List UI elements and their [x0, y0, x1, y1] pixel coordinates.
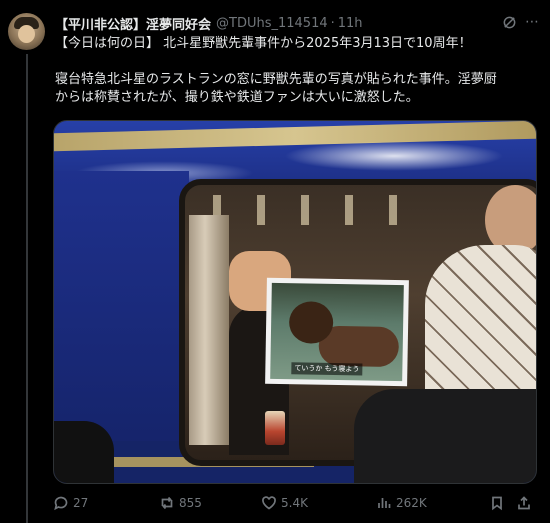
author-handle[interactable]: @TDUhs_114514	[216, 16, 328, 31]
action-bar: 27 855 5.4K 262K	[53, 492, 540, 514]
thread-line	[26, 54, 28, 523]
avatar-face	[18, 25, 35, 43]
interior-lights	[195, 195, 425, 225]
repost-button[interactable]: 855	[159, 492, 202, 514]
foreground-shadow	[54, 421, 114, 483]
foreground-person	[354, 389, 536, 483]
post-text-line-3: からは称賛されたが、撮り鉄や鉄道ファンは大いに激怒した。	[55, 90, 419, 105]
post-header: 【平川非公認】淫夢同好会 @TDUhs_114514 · 11h	[55, 13, 520, 33]
repost-count: 855	[179, 496, 202, 510]
reply-icon	[54, 496, 68, 511]
grok-icon[interactable]	[502, 15, 517, 30]
reflection-glare	[284, 141, 504, 171]
repost-icon	[161, 496, 173, 510]
heart-icon	[262, 496, 276, 510]
reply-count: 27	[73, 496, 89, 510]
window-photo-sign: ていうか もう寝よう	[265, 277, 409, 387]
bookmark-icon	[492, 496, 502, 511]
more-icon[interactable]: ⋯	[524, 14, 540, 30]
avatar[interactable]	[8, 13, 45, 50]
post-text-line-1: 【今日は何の日】 北斗星野獣先輩事件から2025年3月13日で10周年！	[55, 36, 472, 51]
author-name[interactable]: 【平川非公認】淫夢同好会	[55, 14, 211, 33]
views-button[interactable]: 262K	[376, 492, 427, 514]
post-time[interactable]: 11h	[338, 16, 363, 31]
bookmark-button[interactable]	[489, 492, 505, 514]
post-image[interactable]: ていうか もう寝よう	[53, 120, 537, 484]
views-count: 262K	[396, 496, 427, 510]
reply-button[interactable]: 27	[53, 492, 88, 514]
views-icon	[378, 498, 391, 508]
window-curtain	[189, 215, 229, 445]
drink-cup	[265, 411, 285, 445]
sign-caption: ていうか もう寝よう	[291, 362, 363, 376]
like-button[interactable]: 5.4K	[261, 492, 308, 514]
separator-dot: ·	[330, 15, 335, 31]
share-button[interactable]	[516, 492, 532, 514]
like-count: 5.4K	[281, 496, 308, 510]
post-text-line-2: 寝台特急北斗星のラストランの窓に野獣先輩の写真が貼られた事件。淫夢厨	[55, 72, 497, 87]
share-icon	[518, 496, 530, 510]
